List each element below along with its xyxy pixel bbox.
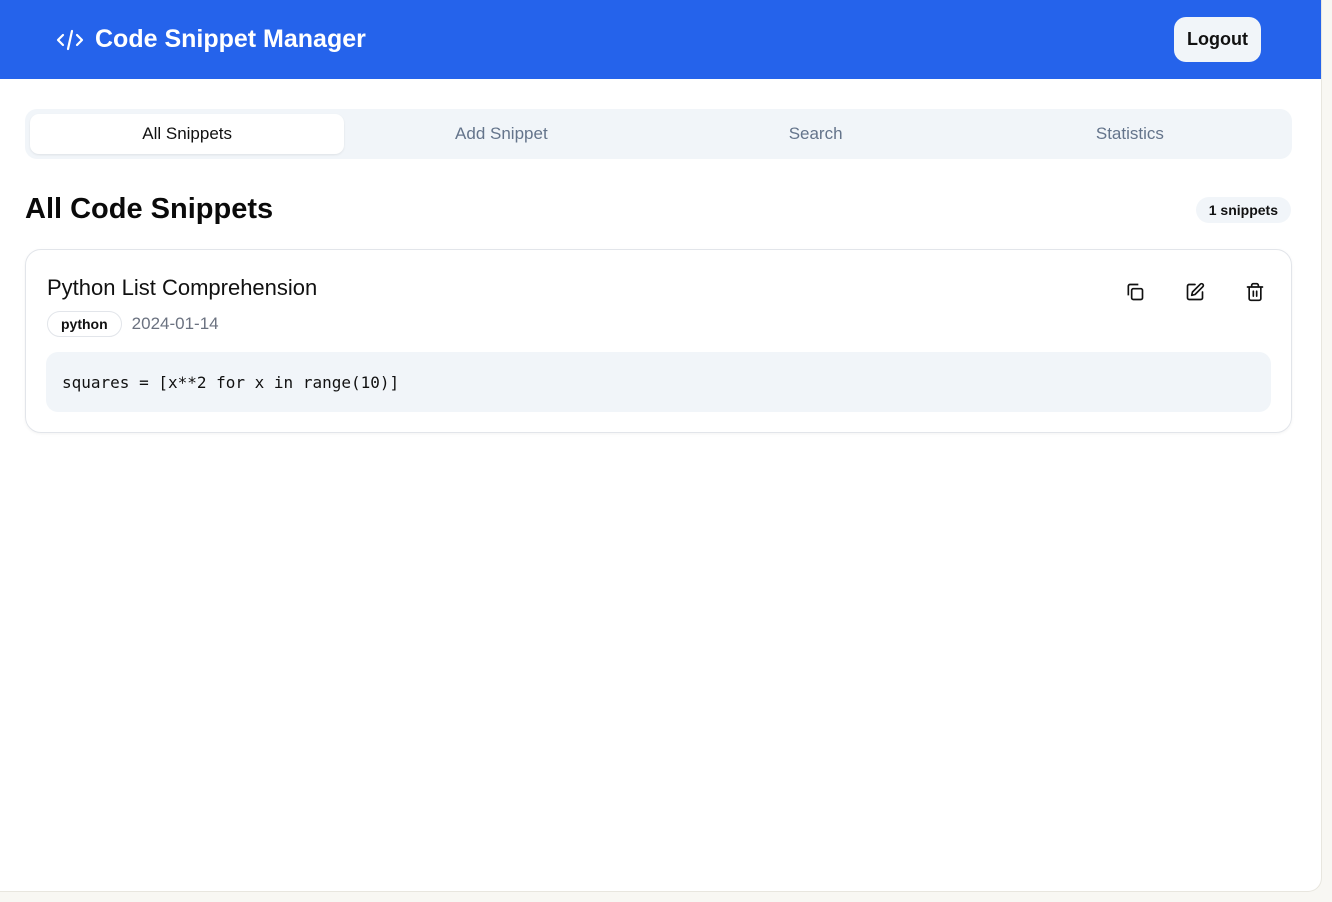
- snippet-count-badge: 1 snippets: [1195, 197, 1291, 223]
- language-badge: python: [47, 311, 122, 337]
- tab-bar: All Snippets Add Snippet Search Statisti…: [25, 109, 1292, 159]
- code-icon: [56, 29, 84, 50]
- edit-icon: [1186, 282, 1205, 301]
- brand: Code Snippet Manager: [55, 25, 366, 54]
- snippet-title: Python List Comprehension: [47, 275, 318, 300]
- header: Code Snippet Manager Logout: [0, 0, 1321, 79]
- tab-add-snippet[interactable]: Add Snippet: [344, 114, 658, 154]
- app-title: Code Snippet Manager: [95, 25, 366, 53]
- delete-button[interactable]: [1243, 280, 1267, 304]
- snippet-card: Python List Comprehension python 2024-01…: [25, 249, 1292, 433]
- tab-search[interactable]: Search: [659, 114, 973, 154]
- code-block: squares = [x**2 for x in range(10)]: [46, 352, 1271, 412]
- trash-icon: [1246, 282, 1264, 302]
- snippet-date: 2024-01-14: [131, 314, 219, 333]
- logout-button[interactable]: Logout: [1174, 17, 1261, 62]
- tab-statistics[interactable]: Statistics: [973, 114, 1287, 154]
- edit-button[interactable]: [1183, 280, 1207, 304]
- copy-icon: [1127, 283, 1144, 301]
- app-window: Code Snippet Manager Logout All Snippets…: [0, 0, 1322, 892]
- copy-button[interactable]: [1123, 280, 1147, 304]
- tab-all-snippets[interactable]: All Snippets: [30, 114, 345, 154]
- page-title: All Code Snippets: [25, 193, 274, 225]
